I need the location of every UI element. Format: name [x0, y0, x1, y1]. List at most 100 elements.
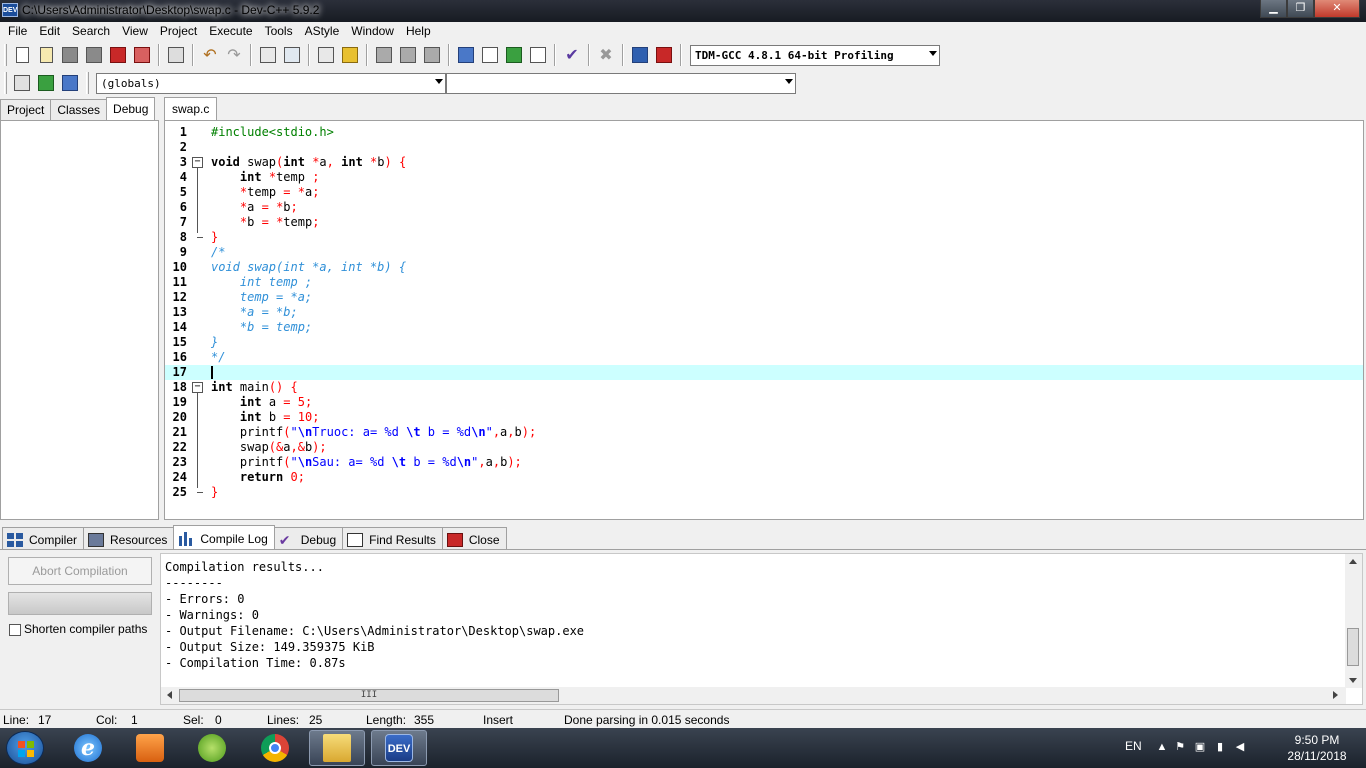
goto-definition-button[interactable] [59, 72, 81, 94]
abort-compilation-button[interactable]: Abort Compilation [8, 557, 152, 585]
code-line: 18− int main() { [172, 380, 298, 394]
find-button[interactable] [257, 44, 279, 66]
redo-button[interactable]: ↷ [223, 44, 245, 66]
close-all-button[interactable] [131, 44, 153, 66]
close-file-button[interactable] [107, 44, 129, 66]
menu-execute[interactable]: Execute [203, 22, 258, 41]
device-icon[interactable]: ▣ [1194, 741, 1206, 753]
compiler-select[interactable]: TDM-GCC 4.8.1 64-bit Profiling [690, 44, 940, 66]
new-file-button[interactable] [11, 44, 33, 66]
save-icon [62, 47, 78, 63]
fold-toggle[interactable]: − [192, 157, 203, 168]
menu-edit[interactable]: Edit [33, 22, 66, 41]
tab-debug[interactable]: Debug [106, 97, 156, 120]
tab-compiler[interactable]: Compiler [2, 527, 85, 549]
toolbar-separator [680, 44, 682, 66]
language-indicator[interactable]: EN [1125, 739, 1142, 753]
remove-from-project-button[interactable] [397, 44, 419, 66]
save-all-button[interactable] [83, 44, 105, 66]
save-button[interactable] [59, 44, 81, 66]
open-file-button[interactable] [35, 44, 57, 66]
menu-file[interactable]: File [2, 22, 33, 41]
menu-astyle[interactable]: AStyle [299, 22, 346, 41]
toolbar-grip[interactable] [86, 72, 89, 94]
tab-find-results[interactable]: Find Results [342, 527, 443, 549]
menu-help[interactable]: Help [400, 22, 437, 41]
taskbar-coc-coc[interactable] [184, 730, 240, 766]
menu-view[interactable]: View [116, 22, 154, 41]
menu-project[interactable]: Project [154, 22, 203, 41]
scope-select[interactable]: (globals) [96, 72, 446, 94]
log-vertical-scrollbar[interactable] [1345, 554, 1362, 688]
tab-debug-bottom[interactable]: ✔ Debug [273, 527, 344, 549]
maximize-button[interactable]: ❐ [1287, 0, 1314, 18]
replace-icon [284, 47, 300, 63]
tab-swap-c[interactable]: swap.c [164, 97, 218, 120]
code-line: 11 int temp ; [172, 275, 313, 289]
open-file-icon [39, 47, 53, 63]
scroll-down-icon[interactable] [1349, 678, 1357, 683]
profile-button[interactable] [629, 44, 651, 66]
tab-compile-log[interactable]: Compile Log [173, 525, 275, 549]
undo-button[interactable]: ↶ [199, 44, 221, 66]
menu-search[interactable]: Search [66, 22, 116, 41]
add-to-project-button[interactable] [373, 44, 395, 66]
menu-window[interactable]: Window [345, 22, 400, 41]
compile-run-button[interactable] [503, 44, 525, 66]
taskbar-internet-explorer[interactable]: e [60, 730, 116, 766]
taskbar-file-explorer[interactable] [309, 730, 365, 766]
project-options-icon [424, 47, 440, 63]
syntax-check-button[interactable]: ✔ [561, 44, 583, 66]
taskbar-chrome[interactable] [247, 730, 303, 766]
toolbar-grip[interactable] [4, 72, 7, 94]
status-length-value: 355 [414, 713, 435, 727]
action-center-flag-icon[interactable]: ⚑ [1174, 741, 1186, 753]
devcpp-app-icon[interactable]: DEV [2, 3, 18, 17]
toggle-bookmark-button[interactable] [339, 44, 361, 66]
tab-project[interactable]: Project [0, 99, 52, 120]
member-select[interactable] [446, 72, 796, 94]
menu-tools[interactable]: Tools [259, 22, 299, 41]
compile-log-text[interactable]: Compilation results... -------- - Errors… [160, 553, 1363, 705]
minimize-button[interactable]: ▁ [1260, 0, 1287, 18]
taskbar-dev-cpp[interactable]: DEV [371, 730, 427, 766]
scroll-thumb[interactable]: III [179, 689, 559, 702]
tab-close[interactable]: Close [441, 527, 507, 549]
scroll-right-icon[interactable] [1333, 691, 1338, 699]
goto-line-button[interactable] [315, 44, 337, 66]
code-line: 15} [172, 335, 219, 349]
shorten-paths-label[interactable]: Shorten compiler paths [24, 622, 147, 636]
tab-resources[interactable]: Resources [83, 527, 175, 549]
close-window-button[interactable]: ✕ [1314, 0, 1360, 18]
toolbar-grip[interactable] [4, 44, 7, 66]
goto-declaration-button[interactable] [35, 72, 57, 94]
stop-execution-button[interactable]: ✖ [595, 44, 617, 66]
status-lines-value: 25 [309, 713, 323, 727]
compile-button[interactable] [455, 44, 477, 66]
scroll-thumb[interactable] [1347, 628, 1359, 666]
network-signal-icon[interactable]: ▮ [1214, 741, 1226, 753]
volume-icon[interactable]: ◀ [1234, 741, 1246, 753]
code-line: 20 int b = 10; [172, 410, 320, 424]
scroll-left-icon[interactable] [167, 691, 172, 699]
delete-profiling-button[interactable] [653, 44, 675, 66]
code-editor[interactable]: 1 #include<stdio.h> 2 3− void swap(int *a,… [164, 120, 1364, 520]
run-button[interactable] [479, 44, 501, 66]
tab-classes[interactable]: Classes [50, 99, 108, 120]
menu-bar: File Edit Search View Project Execute To… [0, 22, 1366, 41]
replace-button[interactable] [281, 44, 303, 66]
shorten-paths-checkbox[interactable] [9, 624, 21, 636]
log-horizontal-scrollbar[interactable]: III [161, 687, 1346, 704]
fold-toggle[interactable]: − [192, 382, 203, 393]
clock[interactable]: 9:50 PM 28/11/2018 [1280, 732, 1354, 764]
goto-declaration-icon [38, 75, 54, 91]
insert-button[interactable] [11, 72, 33, 94]
taskbar-media-player[interactable] [122, 730, 178, 766]
scroll-up-icon[interactable] [1349, 559, 1357, 564]
start-button[interactable] [6, 731, 44, 765]
debug-panel[interactable] [0, 120, 159, 520]
project-options-button[interactable] [421, 44, 443, 66]
rebuild-all-button[interactable] [527, 44, 549, 66]
print-button[interactable] [165, 44, 187, 66]
show-hidden-icons-icon[interactable]: ▲ [1156, 741, 1168, 753]
